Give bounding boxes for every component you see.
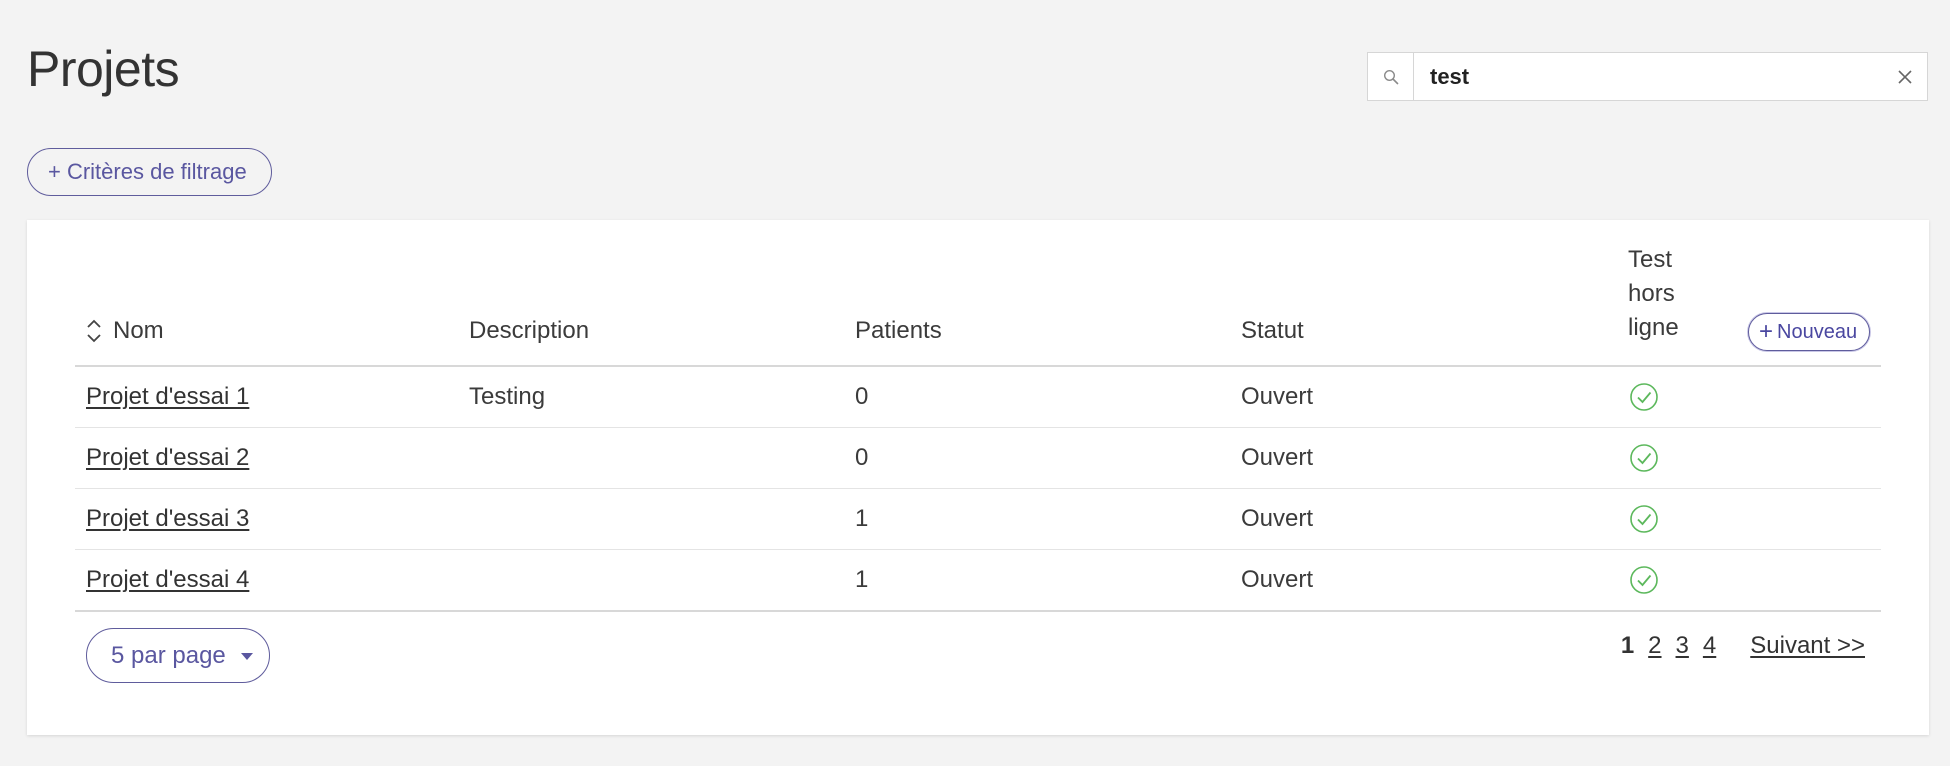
- project-status: Ouvert: [1241, 444, 1314, 471]
- search-icon: [1368, 53, 1414, 100]
- new-project-button[interactable]: + Nouveau: [1748, 313, 1871, 351]
- table-row: Projet d'essai 3 1 Ouvert: [75, 489, 1881, 550]
- pagination: 1 2 3 4 Suivant >>: [1621, 632, 1865, 660]
- project-link[interactable]: Projet d'essai 2: [86, 444, 249, 471]
- page-link[interactable]: 2: [1648, 632, 1661, 660]
- header-statut: Statut: [1241, 317, 1304, 344]
- projects-card: Nom Description Patients Statut Test hor…: [27, 220, 1929, 735]
- search-box: [1367, 52, 1928, 101]
- page-link[interactable]: 4: [1703, 632, 1716, 660]
- project-link[interactable]: Projet d'essai 1: [86, 383, 249, 410]
- header-offline-test: Test hors ligne: [1628, 246, 1679, 341]
- header-nom-label: Nom: [113, 317, 164, 344]
- project-patients: 1: [855, 566, 869, 593]
- page-title: Projets: [27, 41, 180, 97]
- caret-down-icon: [240, 651, 254, 661]
- project-patients: 0: [855, 383, 869, 410]
- projects-table: Nom Description Patients Statut Test hor…: [75, 220, 1881, 612]
- page-current: 1: [1620, 632, 1635, 659]
- per-page-label: 5 par page: [111, 641, 226, 669]
- new-button-label: Nouveau: [1777, 320, 1858, 343]
- check-circle-icon: [1629, 504, 1659, 534]
- check-circle-icon: [1629, 443, 1659, 473]
- project-link[interactable]: Projet d'essai 4: [86, 566, 249, 593]
- header-nom[interactable]: Nom: [85, 317, 164, 345]
- header-patients: Patients: [855, 317, 942, 344]
- search-input[interactable]: [1414, 53, 1883, 100]
- project-status: Ouvert: [1241, 566, 1314, 593]
- table-row: Projet d'essai 1 Testing 0 Ouvert: [75, 367, 1881, 428]
- table-header: Nom Description Patients Statut Test hor…: [75, 220, 1881, 367]
- project-patients: 1: [855, 505, 869, 532]
- project-status: Ouvert: [1241, 383, 1314, 410]
- table-row: Projet d'essai 4 1 Ouvert: [75, 550, 1881, 612]
- next-page-link[interactable]: Suivant >>: [1750, 632, 1865, 660]
- table-row: Projet d'essai 2 0 Ouvert: [75, 428, 1881, 489]
- check-circle-icon: [1629, 565, 1659, 595]
- plus-icon: +: [1759, 318, 1774, 345]
- check-circle-icon: [1629, 382, 1659, 412]
- project-status: Ouvert: [1241, 505, 1314, 532]
- project-description: Testing: [469, 383, 546, 410]
- filter-criteria-button[interactable]: + Critères de filtrage: [27, 148, 272, 196]
- clear-search-button[interactable]: [1883, 53, 1927, 100]
- header-description: Description: [469, 317, 590, 344]
- page-link[interactable]: 3: [1676, 632, 1689, 660]
- project-patients: 0: [855, 444, 869, 471]
- project-link[interactable]: Projet d'essai 3: [86, 505, 249, 532]
- close-icon: [1898, 69, 1912, 84]
- sort-icon[interactable]: [85, 317, 103, 345]
- per-page-select[interactable]: 5 par page: [86, 628, 270, 683]
